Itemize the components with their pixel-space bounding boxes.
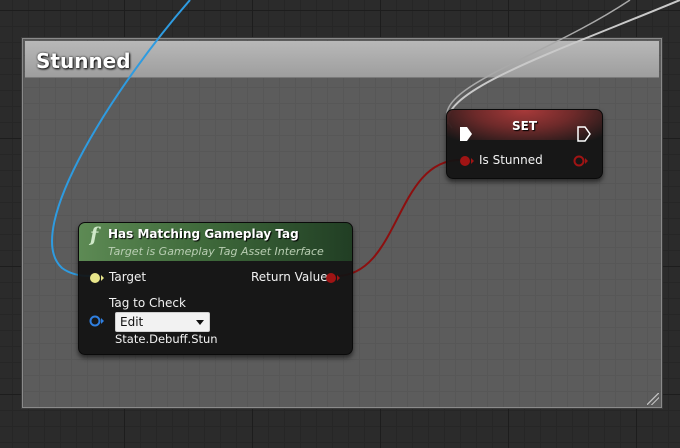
target-pin[interactable] xyxy=(89,271,105,285)
function-icon: f xyxy=(90,224,99,246)
dropdown-arrow-icon xyxy=(196,320,204,325)
bool-wire[interactable] xyxy=(335,159,461,277)
tag-dropdown[interactable]: Edit xyxy=(115,312,210,332)
is-stunned-label: Is Stunned xyxy=(479,153,543,167)
has-matching-gameplay-tag-node[interactable]: f Has Matching Gameplay Tag Target is Ga… xyxy=(78,222,353,355)
return-value-label: Return Value xyxy=(251,270,328,284)
tag-to-check-pin[interactable] xyxy=(89,314,105,328)
exec-wire-1[interactable] xyxy=(446,0,680,125)
function-node-title: Has Matching Gameplay Tag xyxy=(108,227,299,241)
tag-to-check-label: Tag to Check xyxy=(109,296,186,310)
tag-dropdown-value: Edit xyxy=(120,315,144,329)
is-stunned-input-pin[interactable] xyxy=(459,154,475,168)
is-stunned-output-pin[interactable] xyxy=(573,154,589,168)
set-is-stunned-node[interactable]: SET Is Stunned xyxy=(446,109,603,179)
function-node-header[interactable]: f Has Matching Gameplay Tag Target is Ga… xyxy=(79,223,352,261)
tag-value: State.Debuff.Stun xyxy=(115,332,218,346)
target-pin-label: Target xyxy=(109,270,147,284)
function-node-subtitle: Target is Gameplay Tag Asset Interface xyxy=(108,245,324,258)
return-value-pin[interactable] xyxy=(325,271,341,285)
exec-in-pin[interactable] xyxy=(459,126,473,142)
exec-out-pin[interactable] xyxy=(577,126,591,142)
